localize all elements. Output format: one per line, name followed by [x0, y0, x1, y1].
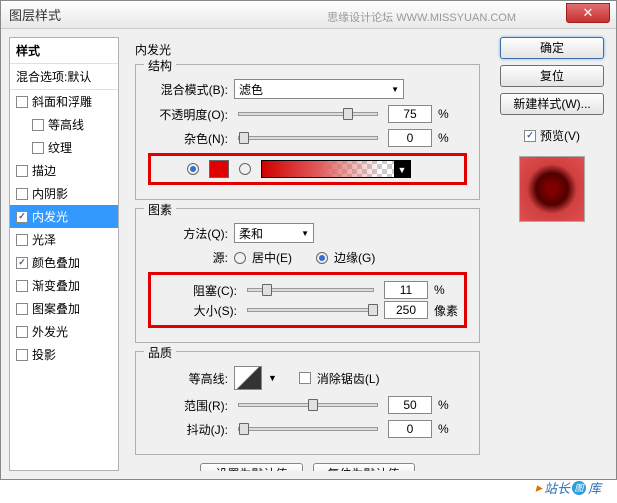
- new-style-button[interactable]: 新建样式(W)...: [500, 93, 604, 115]
- fieldset-structure: 结构 混合模式(B): 滤色 不透明度(O): % 杂色(N): %: [135, 64, 480, 200]
- set-default-button[interactable]: 设置为默认值: [200, 463, 302, 471]
- method-select[interactable]: 柔和: [234, 223, 314, 243]
- dialog-body: 样式 混合选项:默认 斜面和浮雕 等高线 纹理 描边 内阴影 内发光 光泽 颜色…: [1, 29, 616, 479]
- noise-input[interactable]: [388, 129, 432, 147]
- sidebar-item-contour[interactable]: 等高线: [10, 113, 118, 136]
- contour-picker[interactable]: [234, 366, 262, 390]
- sidebar-item-color-overlay[interactable]: 颜色叠加: [10, 251, 118, 274]
- sidebar-item-satin[interactable]: 光泽: [10, 228, 118, 251]
- slider-thumb[interactable]: [262, 284, 272, 296]
- watermark-bottom: ▸站长图库: [535, 478, 601, 497]
- checkbox-icon[interactable]: [16, 303, 28, 315]
- jitter-label: 抖动(J):: [148, 421, 228, 438]
- choke-slider[interactable]: [247, 288, 374, 292]
- sidebar-item-gradient-overlay[interactable]: 渐变叠加: [10, 274, 118, 297]
- window-title: 图层样式: [9, 5, 61, 24]
- main-panel: 内发光 结构 混合模式(B): 滤色 不透明度(O): % 杂色(N):: [127, 37, 488, 471]
- range-input[interactable]: [388, 396, 432, 414]
- sidebar-item-inner-glow[interactable]: 内发光: [10, 205, 118, 228]
- sidebar-item-pattern-overlay[interactable]: 图案叠加: [10, 297, 118, 320]
- watermark-top: 思缘设计论坛 WWW.MISSYUAN.COM: [327, 9, 516, 25]
- slider-thumb[interactable]: [308, 399, 318, 411]
- sidebar-blend-options[interactable]: 混合选项:默认: [10, 64, 118, 90]
- choke-input[interactable]: [384, 281, 428, 299]
- sidebar-header: 样式: [10, 38, 118, 64]
- sidebar: 样式 混合选项:默认 斜面和浮雕 等高线 纹理 描边 内阴影 内发光 光泽 颜色…: [9, 37, 119, 471]
- range-label: 范围(R):: [148, 397, 228, 414]
- footer-buttons: 设置为默认值 复位为默认值: [135, 463, 480, 471]
- gradient-radio[interactable]: [239, 163, 251, 175]
- source-edge-radio[interactable]: [316, 252, 328, 264]
- cancel-button[interactable]: 复位: [500, 65, 604, 87]
- highlight-color-row: [148, 153, 467, 185]
- size-label: 大小(S):: [157, 302, 237, 319]
- highlight-size-rows: 阻塞(C): % 大小(S): 像素: [148, 272, 467, 328]
- page-title: 内发光: [135, 41, 480, 58]
- jitter-slider[interactable]: [238, 427, 378, 431]
- layer-style-dialog: 图层样式 思缘设计论坛 WWW.MISSYUAN.COM ✕ 样式 混合选项:默…: [0, 0, 617, 480]
- method-label: 方法(Q):: [148, 225, 228, 242]
- noise-slider[interactable]: [238, 136, 378, 140]
- ok-button[interactable]: 确定: [500, 37, 604, 59]
- checkbox-icon[interactable]: [16, 96, 28, 108]
- color-swatch[interactable]: [209, 160, 229, 178]
- noise-label: 杂色(N):: [148, 130, 228, 147]
- choke-label: 阻塞(C):: [157, 282, 237, 299]
- preview-checkbox[interactable]: [524, 130, 536, 142]
- reset-default-button[interactable]: 复位为默认值: [313, 463, 415, 471]
- source-label: 源:: [148, 249, 228, 266]
- preview-swatch: [519, 156, 585, 222]
- checkbox-icon[interactable]: [16, 211, 28, 223]
- checkbox-icon[interactable]: [16, 349, 28, 361]
- size-input[interactable]: [384, 301, 428, 319]
- opacity-input[interactable]: [388, 105, 432, 123]
- blend-mode-select[interactable]: 滤色: [234, 79, 404, 99]
- checkbox-icon[interactable]: [16, 188, 28, 200]
- slider-thumb[interactable]: [239, 132, 249, 144]
- range-slider[interactable]: [238, 403, 378, 407]
- checkbox-icon[interactable]: [16, 165, 28, 177]
- slider-thumb[interactable]: [368, 304, 378, 316]
- sidebar-item-drop-shadow[interactable]: 投影: [10, 343, 118, 366]
- gradient-picker[interactable]: [261, 160, 411, 178]
- opacity-slider[interactable]: [238, 112, 378, 116]
- fieldset-quality: 品质 等高线: ▼ 消除锯齿(L) 范围(R): % 抖动(J):: [135, 351, 480, 455]
- sidebar-item-stroke[interactable]: 描边: [10, 159, 118, 182]
- legend-elements: 图素: [144, 201, 176, 218]
- color-radio[interactable]: [187, 163, 199, 175]
- antialias-checkbox[interactable]: [299, 372, 311, 384]
- blend-mode-label: 混合模式(B):: [148, 81, 228, 98]
- contour-label: 等高线:: [148, 370, 228, 387]
- sidebar-item-texture[interactable]: 纹理: [10, 136, 118, 159]
- checkbox-icon[interactable]: [16, 234, 28, 246]
- legend-quality: 品质: [144, 344, 176, 361]
- checkbox-icon[interactable]: [32, 142, 44, 154]
- source-center-radio[interactable]: [234, 252, 246, 264]
- preview-label: 预览(V): [540, 127, 580, 144]
- sidebar-item-outer-glow[interactable]: 外发光: [10, 320, 118, 343]
- slider-thumb[interactable]: [239, 423, 249, 435]
- checkbox-icon[interactable]: [16, 280, 28, 292]
- sidebar-item-inner-shadow[interactable]: 内阴影: [10, 182, 118, 205]
- fieldset-elements: 图素 方法(Q): 柔和 源: 居中(E) 边缘(G) 阻塞(C):: [135, 208, 480, 343]
- checkbox-icon[interactable]: [16, 326, 28, 338]
- jitter-input[interactable]: [388, 420, 432, 438]
- opacity-label: 不透明度(O):: [148, 106, 228, 123]
- checkbox-icon[interactable]: [32, 119, 44, 131]
- titlebar: 图层样式 思缘设计论坛 WWW.MISSYUAN.COM ✕: [1, 1, 616, 29]
- size-slider[interactable]: [247, 308, 374, 312]
- right-panel: 确定 复位 新建样式(W)... 预览(V): [496, 37, 608, 471]
- slider-thumb[interactable]: [343, 108, 353, 120]
- close-button[interactable]: ✕: [566, 3, 610, 23]
- checkbox-icon[interactable]: [16, 257, 28, 269]
- sidebar-item-bevel[interactable]: 斜面和浮雕: [10, 90, 118, 113]
- legend-structure: 结构: [144, 57, 176, 74]
